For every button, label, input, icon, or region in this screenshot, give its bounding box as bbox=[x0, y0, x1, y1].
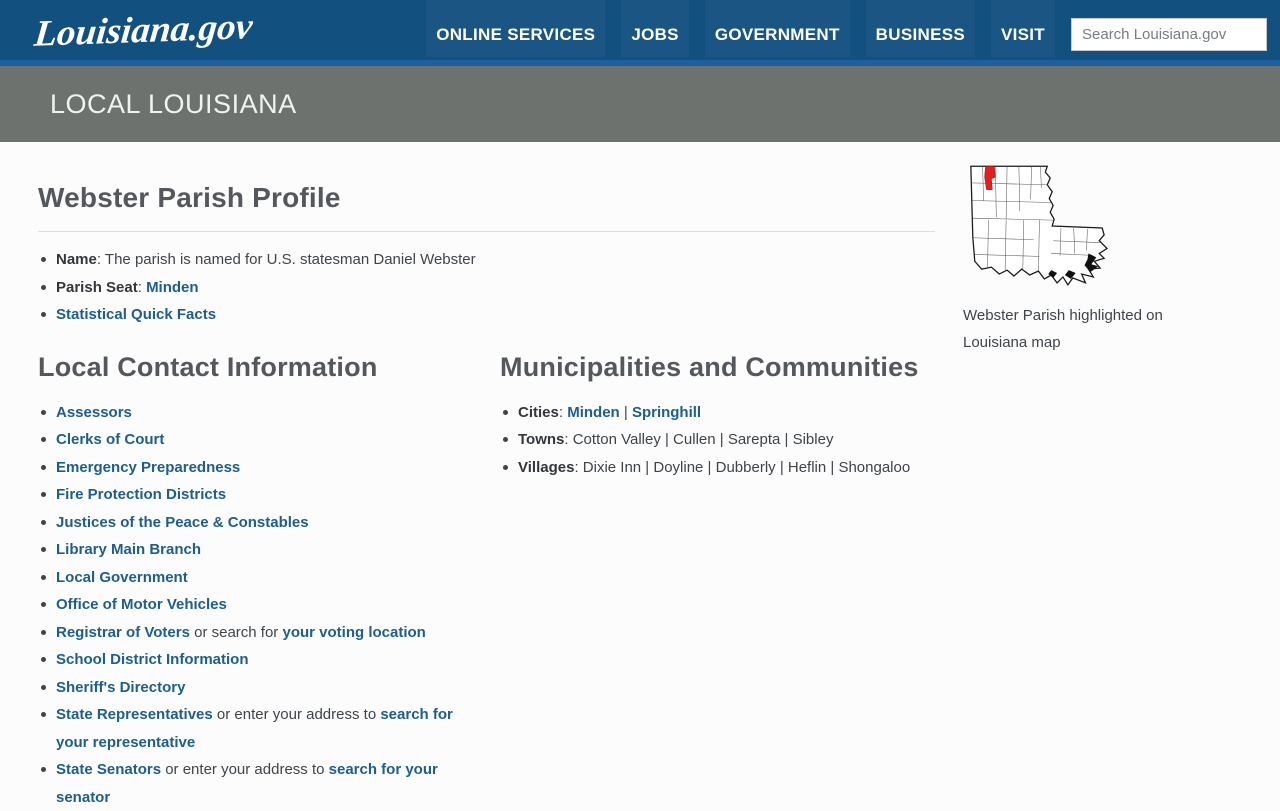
content-area: Webster Parish Profile Name: The parish … bbox=[0, 142, 1280, 811]
list-item: Towns: Cotton Valley | Cullen | Sarepta … bbox=[500, 426, 935, 454]
voting-location-link[interactable]: your voting location bbox=[282, 624, 425, 641]
fact-text: : The parish is named for U.S. statesman… bbox=[97, 251, 476, 268]
nav-item-online-services[interactable]: ONLINE SERVICES bbox=[426, 0, 605, 57]
municipalities-section: Municipalities and Communities Cities: M… bbox=[500, 329, 935, 811]
list-item: Justices of the Peace & Constables bbox=[38, 509, 471, 537]
list-item: State Representatives or enter your addr… bbox=[38, 701, 471, 756]
plain-text: or enter your address to bbox=[161, 761, 329, 778]
fact-label: Parish Seat bbox=[56, 279, 138, 296]
school-district-link[interactable]: School District Information bbox=[56, 651, 249, 668]
list-item: Name: The parish is named for U.S. state… bbox=[38, 246, 935, 274]
nav-item-visit[interactable]: VISIT bbox=[991, 0, 1055, 57]
plain-text: : bbox=[559, 404, 567, 421]
parish-facts-list: Name: The parish is named for U.S. state… bbox=[38, 246, 935, 329]
list-item: Assessors bbox=[38, 399, 471, 427]
fact-label: Name bbox=[56, 251, 97, 268]
springhill-city-link[interactable]: Springhill bbox=[632, 404, 701, 421]
local-contact-heading: Local Contact Information bbox=[38, 351, 471, 383]
list-item: Sheriff's Directory bbox=[38, 674, 471, 702]
plain-text: or enter your address to bbox=[213, 706, 381, 723]
primary-nav: ONLINE SERVICES JOBS GOVERNMENT BUSINESS… bbox=[418, 0, 1063, 57]
fire-protection-link[interactable]: Fire Protection Districts bbox=[56, 486, 226, 503]
list-item: Emergency Preparedness bbox=[38, 454, 471, 482]
local-contact-section: Local Contact Information Assessors Cler… bbox=[38, 329, 471, 811]
list-item: Fire Protection Districts bbox=[38, 481, 471, 509]
state-representatives-link[interactable]: State Representatives bbox=[56, 706, 213, 723]
list-item: Clerks of Court bbox=[38, 426, 471, 454]
registrar-of-voters-link[interactable]: Registrar of Voters bbox=[56, 624, 190, 641]
library-main-branch-link[interactable]: Library Main Branch bbox=[56, 541, 201, 558]
list-item: Villages: Dixie Inn | Doyline | Dubberly… bbox=[500, 454, 935, 482]
section-banner: LOCAL LOUISIANA bbox=[0, 66, 1280, 142]
villages-text: : Dixie Inn | Doyline | Dubberly | Hefli… bbox=[574, 459, 910, 476]
parish-seat-link[interactable]: Minden bbox=[146, 279, 199, 296]
villages-label: Villages bbox=[518, 459, 574, 476]
main-column: Webster Parish Profile Name: The parish … bbox=[38, 142, 935, 811]
emergency-preparedness-link[interactable]: Emergency Preparedness bbox=[56, 459, 240, 476]
nav-item-business[interactable]: BUSINESS bbox=[866, 0, 975, 57]
office-motor-vehicles-link[interactable]: Office of Motor Vehicles bbox=[56, 596, 227, 613]
minden-city-link[interactable]: Minden bbox=[567, 404, 620, 421]
two-column-section: Local Contact Information Assessors Cler… bbox=[38, 329, 935, 811]
fact-separator: : bbox=[138, 279, 146, 296]
site-search-input[interactable] bbox=[1071, 18, 1267, 51]
clerks-of-court-link[interactable]: Clerks of Court bbox=[56, 431, 164, 448]
plain-text: or search for bbox=[190, 624, 283, 641]
title-divider bbox=[38, 231, 935, 232]
assessors-link[interactable]: Assessors bbox=[56, 404, 132, 421]
list-item: Registrar of Voters or search for your v… bbox=[38, 619, 471, 647]
map-sidebar: Webster Parish highlighted on Louisiana … bbox=[963, 142, 1193, 811]
list-item: Office of Motor Vehicles bbox=[38, 591, 471, 619]
nav-item-government[interactable]: GOVERNMENT bbox=[705, 0, 850, 57]
list-item: Cities: Minden | Springhill bbox=[500, 399, 935, 427]
nav-item-jobs[interactable]: JOBS bbox=[621, 0, 689, 57]
state-senators-link[interactable]: State Senators bbox=[56, 761, 161, 778]
cities-label: Cities bbox=[518, 404, 559, 421]
municipalities-heading: Municipalities and Communities bbox=[500, 351, 935, 383]
louisiana-gov-logo[interactable]: Louisiana.gov bbox=[32, 5, 254, 56]
list-item: Statistical Quick Facts bbox=[38, 301, 935, 329]
list-item: School District Information bbox=[38, 646, 471, 674]
list-item: State Senators or enter your address to … bbox=[38, 756, 471, 811]
statistical-quick-facts-link[interactable]: Statistical Quick Facts bbox=[56, 306, 216, 323]
top-navbar: Louisiana.gov ONLINE SERVICES JOBS GOVER… bbox=[0, 0, 1280, 66]
list-item: Parish Seat: Minden bbox=[38, 274, 935, 302]
local-government-link[interactable]: Local Government bbox=[56, 569, 188, 586]
louisiana-parish-map bbox=[963, 160, 1110, 293]
map-caption: Webster Parish highlighted on Louisiana … bbox=[963, 302, 1188, 356]
pipe-separator: | bbox=[620, 404, 632, 421]
towns-text: : Cotton Valley | Cullen | Sarepta | Sib… bbox=[564, 431, 833, 448]
sheriffs-directory-link[interactable]: Sheriff's Directory bbox=[56, 679, 185, 696]
towns-label: Towns bbox=[518, 431, 564, 448]
list-item: Library Main Branch bbox=[38, 536, 471, 564]
page-title: Webster Parish Profile bbox=[38, 182, 935, 213]
municipalities-list: Cities: Minden | Springhill Towns: Cotto… bbox=[500, 399, 935, 482]
list-item: Local Government bbox=[38, 564, 471, 592]
local-contact-list: Assessors Clerks of Court Emergency Prep… bbox=[38, 399, 471, 811]
section-banner-title: LOCAL LOUISIANA bbox=[50, 89, 297, 120]
justices-constables-link[interactable]: Justices of the Peace & Constables bbox=[56, 514, 309, 531]
